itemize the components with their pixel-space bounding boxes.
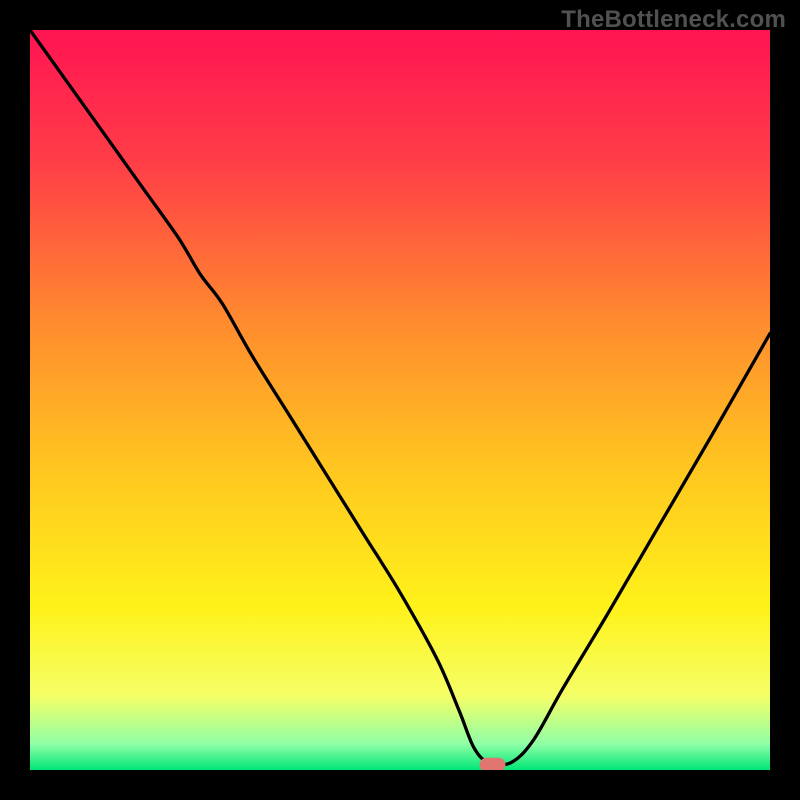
gradient-background — [30, 30, 770, 770]
chart-svg — [30, 30, 770, 770]
plot-area — [30, 30, 770, 770]
optimum-marker — [480, 758, 506, 770]
chart-frame: TheBottleneck.com — [0, 0, 800, 800]
